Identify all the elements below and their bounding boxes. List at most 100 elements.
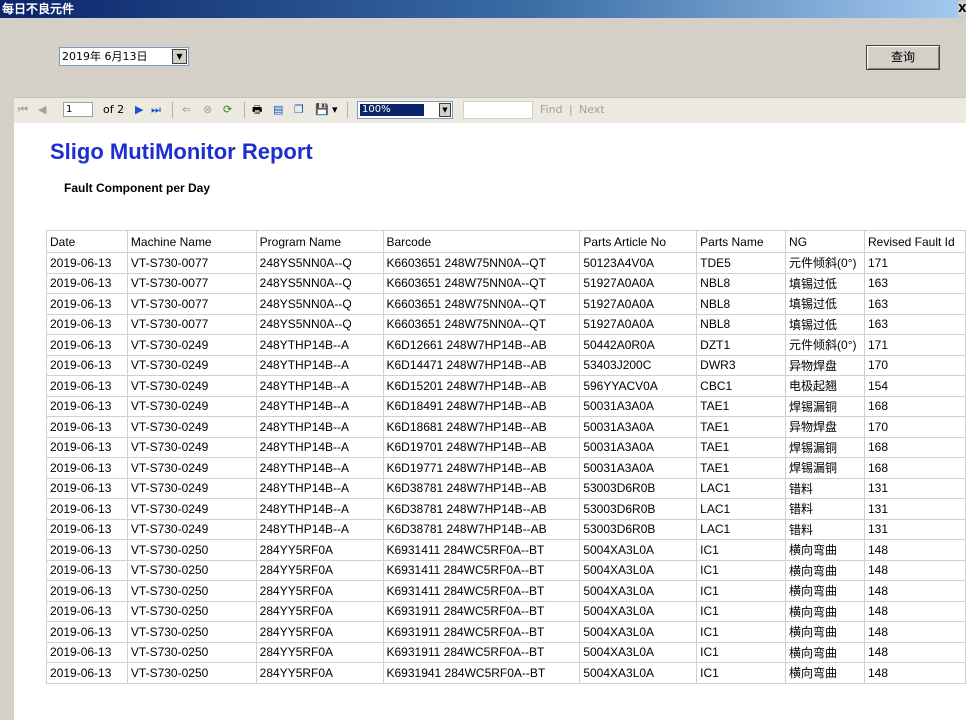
column-header-barcode: Barcode [382,230,581,253]
stop-icon[interactable]: ⊗ [203,103,212,117]
chevron-down-icon[interactable]: ▼ [172,49,187,64]
program-name-cell: 248YS5NN0A--Q [255,293,384,315]
parts-name-cell: IC1 [696,600,787,622]
back-icon[interactable]: ⇐ [182,103,191,117]
machine-name-cell: VT-S730-0249 [126,498,257,520]
date-cell: 2019-06-13 [46,600,128,622]
parts-name-cell: DWR3 [696,354,787,376]
zoom-select[interactable]: 100% ▼ [357,101,453,119]
chevron-down-icon[interactable]: ▼ [439,103,451,117]
column-header-date: Date [46,230,128,253]
parts-article-no-cell: 51927A0A0A [579,272,698,294]
date-cell: 2019-06-13 [46,272,128,294]
machine-name-cell: VT-S730-0250 [126,621,257,643]
print-layout-icon[interactable]: ▤ [273,103,283,117]
find-input[interactable] [463,101,533,119]
parts-name-cell: TAE1 [696,416,787,438]
first-page-icon[interactable]: ⏮ [18,103,28,117]
table-row: 2019-06-13 VT-S730-0249 248YTHP14B--A K6D18… [46,395,966,417]
query-button[interactable]: 查询 [866,45,940,70]
program-name-cell: 248YS5NN0A--Q [255,272,384,294]
parts-name-cell: LAC1 [696,498,787,520]
report-title: Sligo MutiMonitor Report [50,139,313,164]
ng-cell: 横向弯曲 [785,559,865,581]
parts-article-no-cell: 5004XA3L0A [579,662,698,684]
barcode-cell: K6603651 248W75NN0A--QT [382,272,581,294]
date-cell: 2019-06-13 [46,313,128,335]
table-row: 2019-06-13 VT-S730-0249 248YTHP14B--A K6D19… [46,436,966,458]
ng-cell: 填锡过低 [785,272,865,294]
machine-name-cell: VT-S730-0250 [126,580,257,602]
revised-fault-id-cell: 148 [863,539,966,561]
column-header-ng: NG [785,230,865,253]
last-page-icon[interactable]: ⏭ [151,103,161,117]
close-icon[interactable]: X [958,1,966,17]
report-subtitle: Fault Component per Day [64,181,211,195]
previous-page-icon[interactable]: ◀ [38,103,46,117]
revised-fault-id-cell: 148 [863,662,966,684]
parts-article-no-cell: 5004XA3L0A [579,641,698,663]
parts-article-no-cell: 51927A0A0A [579,293,698,315]
table-row: 2019-06-13 VT-S730-0250 284YY5RF0A K6931941… [46,662,966,684]
program-name-cell: 248YS5NN0A--Q [255,313,384,335]
parts-article-no-cell: 5004XA3L0A [579,600,698,622]
ng-cell: 异物焊盘 [785,416,865,438]
ng-cell: 横向弯曲 [785,580,865,602]
revised-fault-id-cell: 171 [863,334,966,356]
date-cell: 2019-06-13 [46,354,128,376]
barcode-cell: K6603651 248W75NN0A--QT [382,252,581,274]
revised-fault-id-cell: 168 [863,457,966,479]
find-link[interactable]: Find [540,103,563,117]
ng-cell: 填锡过低 [785,293,865,315]
program-name-cell: 284YY5RF0A [255,580,384,602]
barcode-cell: K6D19701 248W7HP14B--AB [382,436,581,458]
machine-name-cell: VT-S730-0249 [126,518,257,540]
machine-name-cell: VT-S730-0249 [126,334,257,356]
date-picker[interactable]: 2019年 6月13日 ▼ [59,47,189,66]
barcode-cell: K6603651 248W75NN0A--QT [382,293,581,315]
page-setup-icon[interactable]: ❐ [294,103,304,117]
revised-fault-id-cell: 131 [863,477,966,499]
table-row: 2019-06-13 VT-S730-0077 248YS5NN0A--Q K6603… [46,272,966,294]
print-icon[interactable]: 🖶 [252,103,262,117]
parts-name-cell: IC1 [696,580,787,602]
barcode-cell: K6931411 284WC5RF0A--BT [382,580,581,602]
page-count-label: of 2 [103,103,125,116]
machine-name-cell: VT-S730-0249 [126,395,257,417]
program-name-cell: 248YTHP14B--A [255,498,384,520]
date-cell: 2019-06-13 [46,662,128,684]
program-name-cell: 248YTHP14B--A [255,477,384,499]
export-dropdown-icon[interactable]: ▾ [332,103,338,117]
table-row: 2019-06-13 VT-S730-0249 248YTHP14B--A K6D14… [46,354,966,376]
program-name-cell: 284YY5RF0A [255,600,384,622]
program-name-cell: 248YTHP14B--A [255,518,384,540]
refresh-icon[interactable]: ⟳ [223,103,232,117]
date-cell: 2019-06-13 [46,375,128,397]
table-row: 2019-06-13 VT-S730-0249 248YTHP14B--A K6D15… [46,375,966,397]
report-table: Date Machine Name Program Name Barcode P… [46,230,966,684]
parts-article-no-cell: 50031A3A0A [579,457,698,479]
program-name-cell: 248YTHP14B--A [255,354,384,376]
ng-cell: 焊锡漏铜 [785,436,865,458]
table-row: 2019-06-13 VT-S730-0077 248YS5NN0A--Q K6603… [46,293,966,315]
program-name-cell: 284YY5RF0A [255,641,384,663]
ng-cell: 元件倾斜(0°) [785,334,865,356]
toolbar-divider [244,102,245,118]
next-link[interactable]: Next [579,103,605,117]
parts-name-cell: LAC1 [696,477,787,499]
next-page-icon[interactable]: ▶ [135,103,143,117]
machine-name-cell: VT-S730-0249 [126,354,257,376]
window-title: 每日不良元件 [2,2,75,16]
program-name-cell: 248YTHP14B--A [255,436,384,458]
date-cell: 2019-06-13 [46,334,128,356]
find-separator: | [569,103,573,116]
ng-cell: 错料 [785,518,865,540]
revised-fault-id-cell: 171 [863,252,966,274]
table-row: 2019-06-13 VT-S730-0249 248YTHP14B--A K6D18… [46,416,966,438]
parts-name-cell: TDE5 [696,252,787,274]
page-number-input[interactable]: 1 [63,102,93,117]
parts-article-no-cell: 50031A3A0A [579,436,698,458]
date-cell: 2019-06-13 [46,436,128,458]
report-viewer-toolbar: ⏮ ◀ 1 of 2 ▶ ⏭ ⇐ ⊗ ⟳ 🖶 ▤ ❐ 💾 ▾ 100% ▼ Fi… [14,97,966,123]
export-icon[interactable]: 💾 [315,103,329,117]
